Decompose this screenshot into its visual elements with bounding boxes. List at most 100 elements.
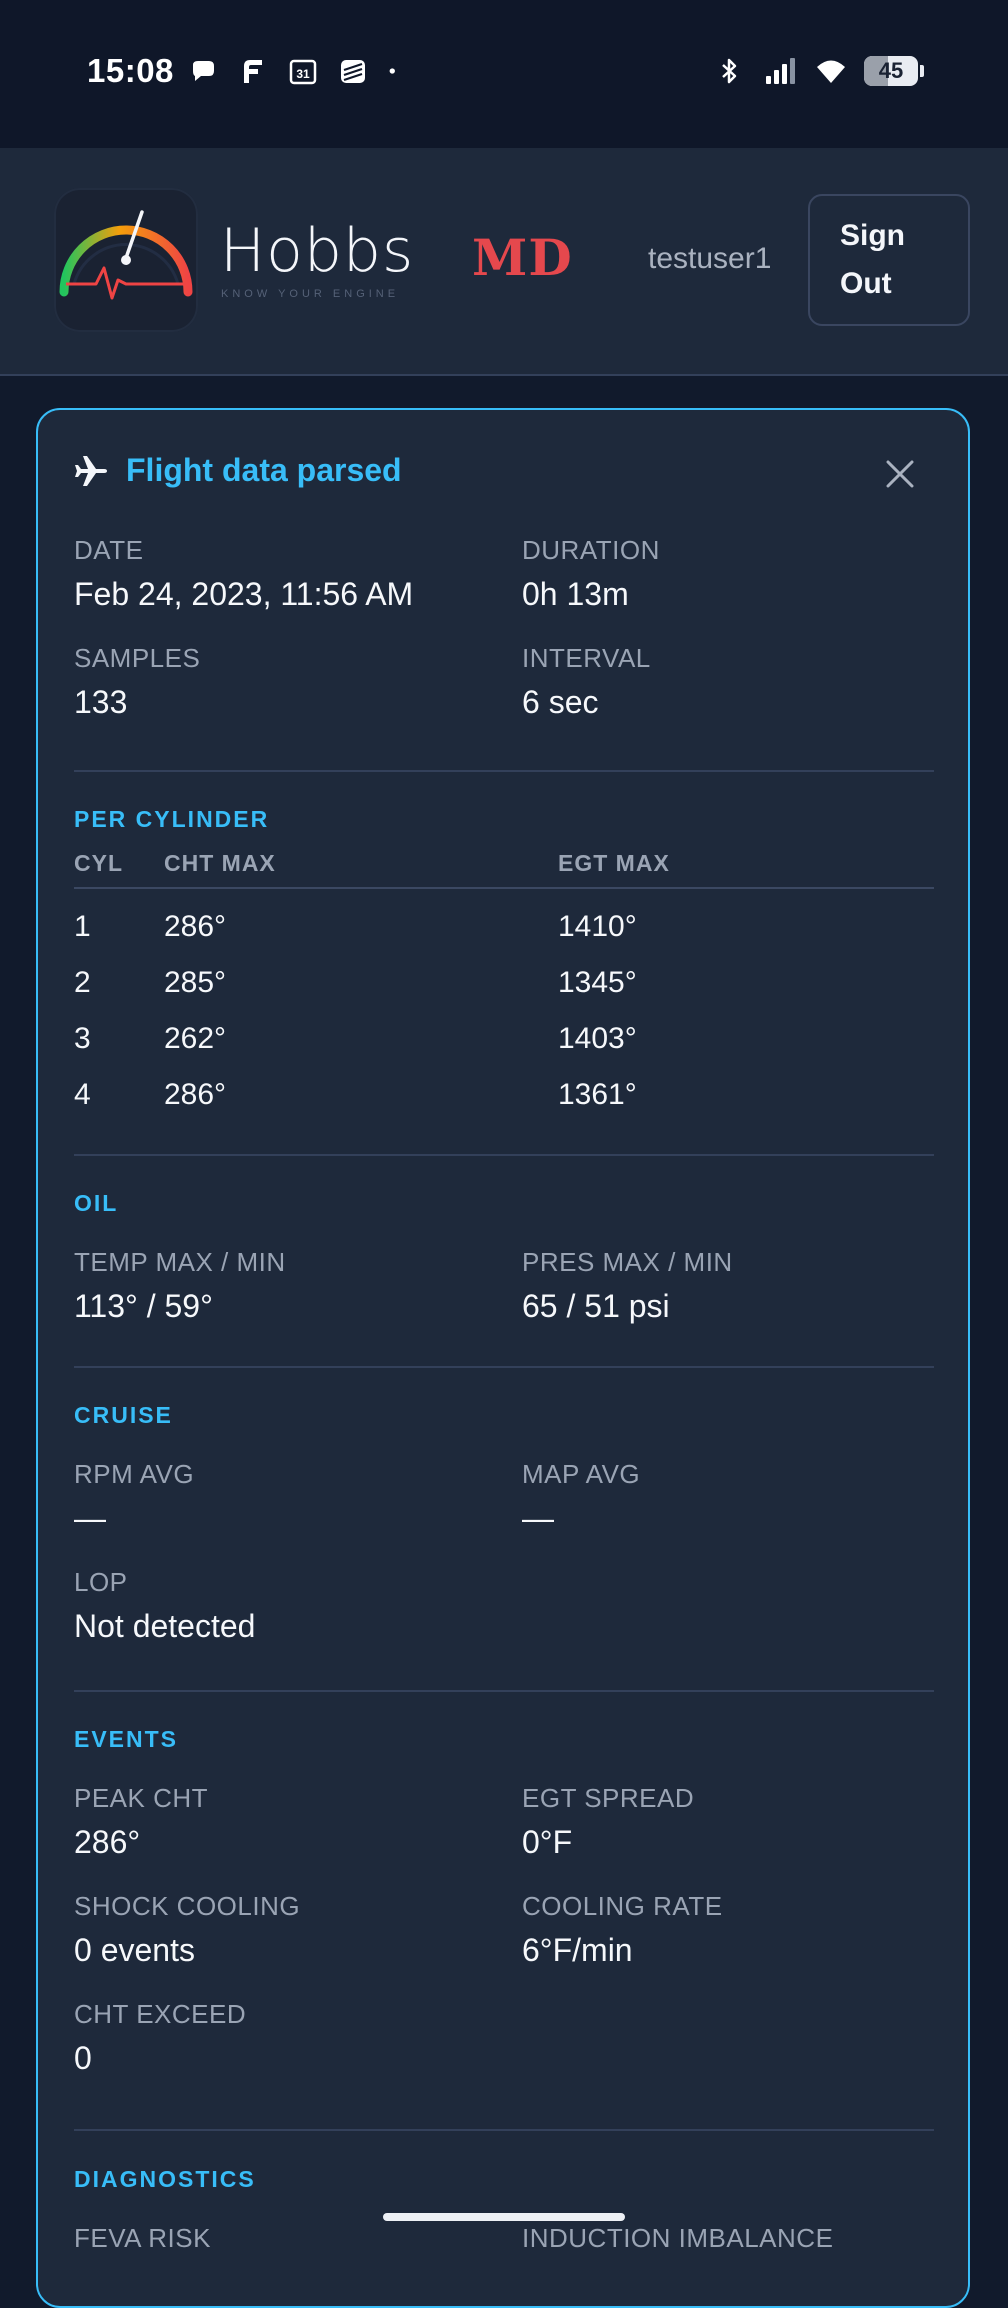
egt-max: 1403° bbox=[558, 1022, 637, 1055]
interval-value: 6 sec bbox=[522, 684, 599, 720]
samples-label: SAMPLES bbox=[74, 643, 201, 673]
flight-data-card: Flight data parsed DATE Feb 24, 2023, 11… bbox=[36, 408, 970, 2308]
map-avg-stat: MAP AVG — bbox=[522, 1458, 934, 1538]
induction-imbalance-label: INDUCTION IMBALANCE bbox=[522, 2223, 834, 2253]
rpm-avg-label: RPM AVG bbox=[74, 1459, 195, 1489]
date-stat: DATE Feb 24, 2023, 11:56 AM bbox=[74, 534, 522, 614]
divider bbox=[74, 1366, 934, 1368]
cruise-title: CRUISE bbox=[74, 1402, 173, 1428]
lop-value: Not detected bbox=[74, 1608, 256, 1644]
col-cyl: CYL bbox=[74, 850, 164, 889]
bluetooth-icon bbox=[722, 58, 737, 84]
battery-indicator: 45 bbox=[864, 56, 924, 86]
stacked-app-icon bbox=[341, 60, 365, 83]
divider bbox=[74, 1154, 934, 1156]
close-icon[interactable] bbox=[880, 454, 920, 494]
notification-icons: 31 bbox=[188, 56, 404, 86]
divider bbox=[74, 2129, 934, 2131]
shock-cooling-stat: SHOCK COOLING 0 events bbox=[74, 1890, 522, 1970]
oil-pres-value: 65 / 51 psi bbox=[522, 1288, 670, 1324]
cyl-number: 3 bbox=[74, 1022, 91, 1055]
lop-stat: LOP Not detected bbox=[74, 1566, 522, 1646]
cyl-number: 4 bbox=[74, 1078, 91, 1111]
system-icons: 45 bbox=[714, 56, 924, 86]
svg-text:31: 31 bbox=[296, 67, 310, 81]
oil-pres-label: PRES MAX / MIN bbox=[522, 1247, 733, 1277]
shock-cooling-value: 0 events bbox=[74, 1932, 195, 1968]
signal-icon bbox=[766, 58, 795, 84]
duration-label: DURATION bbox=[522, 535, 660, 565]
status-time: 15:08 bbox=[87, 52, 174, 89]
cht-max: 286° bbox=[164, 1078, 227, 1111]
rpm-avg-value: — bbox=[74, 1500, 106, 1536]
egt-max: 1361° bbox=[558, 1078, 637, 1111]
app-header: Hobbs KNOW YOUR ENGINE MD testuser1 Sign… bbox=[0, 148, 1008, 376]
chat-bubble-icon bbox=[193, 61, 214, 81]
username: testuser1 bbox=[648, 242, 772, 275]
map-avg-value: — bbox=[522, 1500, 554, 1536]
cyl-number: 2 bbox=[74, 966, 91, 999]
diagnostics-section: DIAGNOSTICS FEVA RISK INDUCTION IMBALANC… bbox=[74, 2164, 934, 2254]
md-badge: MD bbox=[472, 228, 573, 287]
egt-spread-value: 0°F bbox=[522, 1824, 573, 1860]
interval-stat: INTERVAL 6 sec bbox=[522, 642, 934, 722]
app-logo[interactable] bbox=[54, 188, 198, 332]
cht-exceed-value: 0 bbox=[74, 2040, 92, 2076]
home-indicator[interactable] bbox=[383, 2213, 625, 2221]
cooling-rate-label: COOLING RATE bbox=[522, 1891, 723, 1921]
cht-exceed-stat: CHT EXCEED 0 bbox=[74, 1998, 522, 2078]
cht-max: 262° bbox=[164, 1022, 227, 1055]
oil-temp-value: 113° / 59° bbox=[74, 1288, 213, 1324]
cylinder-table: CYL CHT MAX EGT MAX 1 286° 1410° 2 285° … bbox=[74, 850, 934, 1123]
date-value: Feb 24, 2023, 11:56 AM bbox=[74, 576, 414, 612]
col-cht-max: CHT MAX bbox=[164, 850, 558, 889]
diagnostics-grid: FEVA RISK INDUCTION IMBALANCE bbox=[74, 2222, 934, 2254]
feva-risk-label: FEVA RISK bbox=[74, 2223, 211, 2253]
cht-max: 286° bbox=[164, 910, 227, 943]
events-section: EVENTS PEAK CHT 286° EGT SPREAD 0°F SHOC… bbox=[74, 1724, 934, 2078]
cht-exceed-label: CHT EXCEED bbox=[74, 1999, 247, 2029]
status-bar: 15:08 31 45 bbox=[0, 0, 1008, 148]
table-row: 4 286° 1361° bbox=[74, 1067, 934, 1123]
sign-out-line-2: Out bbox=[840, 267, 892, 300]
duration-stat: DURATION 0h 13m bbox=[522, 534, 934, 614]
rpm-avg-stat: RPM AVG — bbox=[74, 1458, 522, 1538]
divider bbox=[74, 1690, 934, 1692]
interval-label: INTERVAL bbox=[522, 643, 651, 673]
divider bbox=[74, 770, 934, 772]
oil-pres-stat: PRES MAX / MIN 65 / 51 psi bbox=[522, 1246, 934, 1326]
cruise-section: CRUISE RPM AVG — MAP AVG — LOP Not detec… bbox=[74, 1400, 934, 1646]
peak-cht-value: 286° bbox=[74, 1824, 141, 1860]
date-label: DATE bbox=[74, 535, 144, 565]
oil-title: OIL bbox=[74, 1190, 119, 1216]
diagnostics-title: DIAGNOSTICS bbox=[74, 2166, 256, 2192]
egt-spread-label: EGT SPREAD bbox=[522, 1783, 695, 1813]
peak-cht-label: PEAK CHT bbox=[74, 1783, 209, 1813]
card-header: Flight data parsed bbox=[74, 452, 402, 489]
calendar-31-icon: 31 bbox=[289, 59, 317, 85]
egt-max: 1345° bbox=[558, 966, 637, 999]
oil-grid: TEMP MAX / MIN 113° / 59° PRES MAX / MIN… bbox=[74, 1246, 934, 1326]
table-row: 2 285° 1345° bbox=[74, 955, 934, 1011]
brand-tagline: KNOW YOUR ENGINE bbox=[221, 288, 400, 300]
summary-grid: DATE Feb 24, 2023, 11:56 AM DURATION 0h … bbox=[74, 534, 934, 722]
dot-icon bbox=[389, 68, 395, 74]
f-app-icon bbox=[244, 60, 262, 83]
lop-label: LOP bbox=[74, 1567, 128, 1597]
table-row: 1 286° 1410° bbox=[74, 888, 934, 955]
cooling-rate-value: 6°F/min bbox=[522, 1932, 633, 1968]
wifi-icon bbox=[817, 60, 845, 83]
card-title: Flight data parsed bbox=[126, 452, 402, 488]
events-grid: PEAK CHT 286° EGT SPREAD 0°F SHOCK COOLI… bbox=[74, 1782, 934, 2078]
gauge-logo-icon bbox=[59, 210, 193, 300]
events-title: EVENTS bbox=[74, 1726, 179, 1752]
brand-name: Hobbs bbox=[220, 216, 415, 286]
samples-stat: SAMPLES 133 bbox=[74, 642, 522, 722]
cruise-grid: RPM AVG — MAP AVG — LOP Not detected bbox=[74, 1458, 934, 1646]
sign-out-button[interactable]: Sign Out bbox=[808, 194, 970, 326]
map-avg-label: MAP AVG bbox=[522, 1459, 641, 1489]
cht-max: 285° bbox=[164, 966, 227, 999]
cyl-number: 1 bbox=[74, 910, 91, 943]
samples-value: 133 bbox=[74, 684, 128, 720]
shock-cooling-label: SHOCK COOLING bbox=[74, 1891, 301, 1921]
